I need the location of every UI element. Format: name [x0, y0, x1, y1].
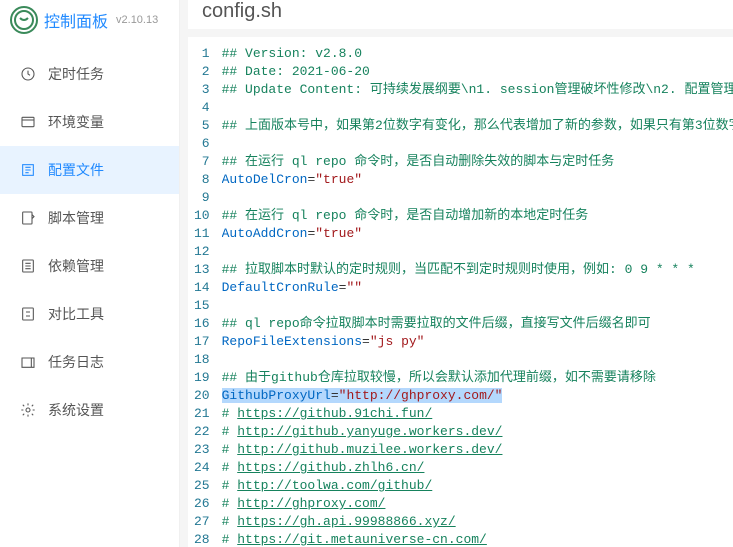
code-line[interactable]	[222, 297, 733, 315]
settings-icon	[20, 402, 36, 418]
code-line[interactable]	[222, 135, 733, 153]
line-number: 13	[194, 261, 210, 279]
line-number: 15	[194, 297, 210, 315]
code-line[interactable]: ## Update Content: 可持续发展纲要\n1. session管理…	[222, 81, 733, 99]
dependency-icon	[20, 258, 36, 274]
code-line[interactable]: GithubProxyUrl="http://ghproxy.com/"	[222, 387, 733, 405]
sidebar-item-6[interactable]: 任务日志	[0, 338, 179, 386]
line-number: 17	[194, 333, 210, 351]
sidebar-item-label: 任务日志	[48, 352, 104, 372]
sidebar-nav: 定时任务环境变量配置文件脚本管理依赖管理对比工具任务日志系统设置	[0, 44, 179, 434]
line-number: 10	[194, 207, 210, 225]
line-number: 12	[194, 243, 210, 261]
code-line[interactable]: ## Version: v2.8.0	[222, 45, 733, 63]
sidebar-item-label: 系统设置	[48, 400, 104, 420]
code-line[interactable]: RepoFileExtensions="js py"	[222, 333, 733, 351]
line-number: 28	[194, 531, 210, 547]
code-line[interactable]	[222, 351, 733, 369]
line-number: 16	[194, 315, 210, 333]
code-line[interactable]	[222, 243, 733, 261]
main: config.sh 123456789101112131415161718192…	[180, 0, 733, 547]
page-title: config.sh	[188, 0, 733, 29]
code-line[interactable]: # http://github.yanyuge.workers.dev/	[222, 423, 733, 441]
line-number: 25	[194, 477, 210, 495]
variable-icon	[20, 114, 36, 130]
brand-version: v2.10.13	[116, 14, 158, 26]
sidebar-item-label: 环境变量	[48, 112, 104, 132]
script-icon	[20, 210, 36, 226]
code-line[interactable]: ## 在运行 ql repo 命令时，是否自动删除失效的脚本与定时任务	[222, 153, 733, 171]
code-line[interactable]: # https://github.zhlh6.cn/	[222, 459, 733, 477]
log-icon	[20, 354, 36, 370]
sidebar-item-5[interactable]: 对比工具	[0, 290, 179, 338]
code-line[interactable]: # http://ghproxy.com/	[222, 495, 733, 513]
code-line[interactable]: DefaultCronRule=""	[222, 279, 733, 297]
line-number: 9	[194, 189, 210, 207]
code-area[interactable]: ## Version: v2.8.0## Date: 2021-06-20## …	[222, 45, 733, 547]
line-number: 20	[194, 387, 210, 405]
line-number: 18	[194, 351, 210, 369]
sidebar-item-7[interactable]: 系统设置	[0, 386, 179, 434]
line-number: 2	[194, 63, 210, 81]
line-number: 1	[194, 45, 210, 63]
config-icon	[20, 162, 36, 178]
sidebar-item-label: 脚本管理	[48, 208, 104, 228]
code-line[interactable]: AutoAddCron="true"	[222, 225, 733, 243]
code-line[interactable]: # https://git.metauniverse-cn.com/	[222, 531, 733, 547]
line-number: 3	[194, 81, 210, 99]
code-line[interactable]	[222, 189, 733, 207]
sidebar-item-label: 依赖管理	[48, 256, 104, 276]
sidebar-item-4[interactable]: 依赖管理	[0, 242, 179, 290]
code-line[interactable]: ## 拉取脚本时默认的定时规则，当匹配不到定时规则时使用，例如: 0 9 * *…	[222, 261, 733, 279]
line-number: 14	[194, 279, 210, 297]
line-gutter: 1234567891011121314151617181920212223242…	[188, 45, 222, 547]
line-number: 8	[194, 171, 210, 189]
clock-icon	[20, 66, 36, 82]
brand-name: 控制面板	[44, 8, 108, 32]
code-editor[interactable]: 1234567891011121314151617181920212223242…	[188, 37, 733, 547]
line-number: 27	[194, 513, 210, 531]
code-line[interactable]: # https://gh.api.99988866.xyz/	[222, 513, 733, 531]
sidebar-item-2[interactable]: 配置文件	[0, 146, 179, 194]
code-line[interactable]: ## ql repo命令拉取脚本时需要拉取的文件后缀，直接写文件后缀名即可	[222, 315, 733, 333]
diff-icon	[20, 306, 36, 322]
sidebar-item-label: 定时任务	[48, 64, 104, 84]
sidebar: 控制面板 v2.10.13 定时任务环境变量配置文件脚本管理依赖管理对比工具任务…	[0, 0, 180, 547]
code-line[interactable]: ## Date: 2021-06-20	[222, 63, 733, 81]
line-number: 22	[194, 423, 210, 441]
code-line[interactable]	[222, 99, 733, 117]
sidebar-item-3[interactable]: 脚本管理	[0, 194, 179, 242]
sidebar-item-0[interactable]: 定时任务	[0, 50, 179, 98]
line-number: 19	[194, 369, 210, 387]
brand: 控制面板 v2.10.13	[0, 0, 179, 44]
brand-icon	[10, 6, 38, 34]
code-line[interactable]: ## 由于github仓库拉取较慢，所以会默认添加代理前缀，如不需要请移除	[222, 369, 733, 387]
code-line[interactable]: # http://toolwa.com/github/	[222, 477, 733, 495]
line-number: 6	[194, 135, 210, 153]
code-line[interactable]: # https://github.91chi.fun/	[222, 405, 733, 423]
code-line[interactable]: AutoDelCron="true"	[222, 171, 733, 189]
line-number: 4	[194, 99, 210, 117]
sidebar-item-1[interactable]: 环境变量	[0, 98, 179, 146]
code-line[interactable]: # http://github.muzilee.workers.dev/	[222, 441, 733, 459]
line-number: 7	[194, 153, 210, 171]
sidebar-item-label: 对比工具	[48, 304, 104, 324]
line-number: 23	[194, 441, 210, 459]
line-number: 24	[194, 459, 210, 477]
line-number: 26	[194, 495, 210, 513]
app-root: 控制面板 v2.10.13 定时任务环境变量配置文件脚本管理依赖管理对比工具任务…	[0, 0, 733, 547]
line-number: 11	[194, 225, 210, 243]
code-line[interactable]: ## 在运行 ql repo 命令时，是否自动增加新的本地定时任务	[222, 207, 733, 225]
sidebar-item-label: 配置文件	[48, 160, 104, 180]
code-line[interactable]: ## 上面版本号中，如果第2位数字有变化，那么代表增加了新的参数，如果只有第3位…	[222, 117, 733, 135]
line-number: 5	[194, 117, 210, 135]
line-number: 21	[194, 405, 210, 423]
